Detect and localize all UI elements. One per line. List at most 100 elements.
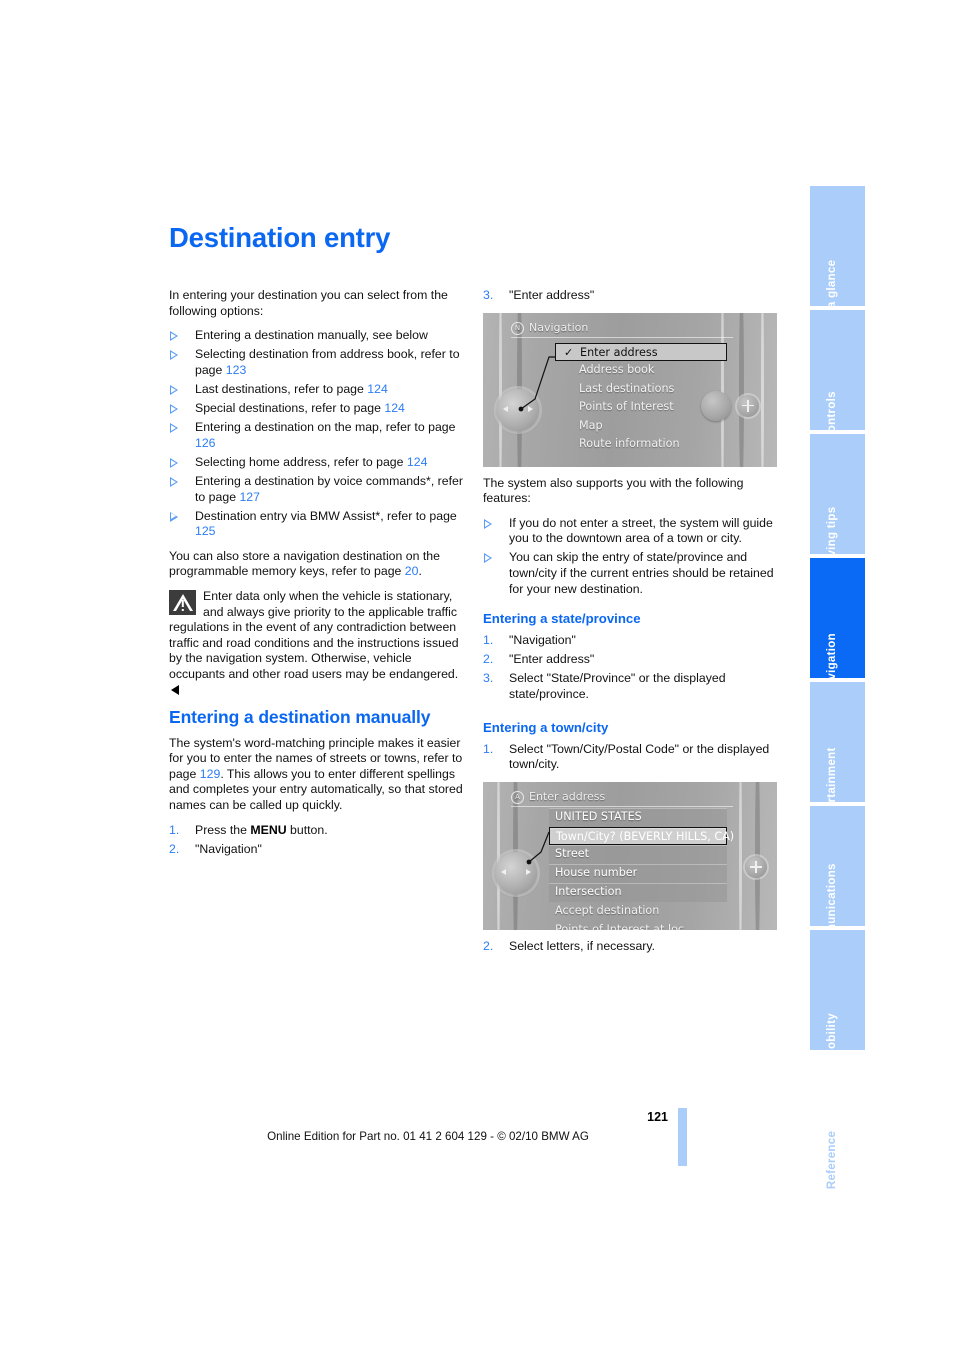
step-number: 3. bbox=[483, 671, 494, 686]
menu-item-intersection[interactable]: Intersection bbox=[549, 883, 727, 902]
step-number: 3. bbox=[483, 288, 494, 302]
menu-item-street[interactable]: Street bbox=[549, 845, 727, 865]
sidebar-tab-controls[interactable]: Controls bbox=[810, 310, 865, 441]
section-heading-town-city: Entering a town/city bbox=[483, 719, 609, 735]
screen-title-bar: A Enter address bbox=[511, 790, 733, 807]
option-text: Destination entry via BMW Assist*, refer… bbox=[195, 508, 457, 523]
enter-address-step: 3. "Enter address" bbox=[483, 288, 777, 304]
list-item: Special destinations, refer to page 124 bbox=[169, 401, 463, 417]
triangle-bullet-icon bbox=[170, 331, 178, 342]
menu-item-accept-destination[interactable]: Accept destination bbox=[549, 902, 727, 921]
page-reference[interactable]: 127 bbox=[239, 490, 260, 504]
sidebar-tab-at-a-glance[interactable]: At a glance bbox=[810, 186, 865, 324]
list-item: 2. "Navigation" bbox=[169, 842, 463, 858]
state-province-steps: 1. "Navigation" 2. "Enter address" 3. Se… bbox=[483, 633, 777, 702]
page-reference[interactable]: 20 bbox=[405, 564, 419, 578]
menu-item-map[interactable]: Map bbox=[559, 417, 727, 436]
screen-menu-list: ✓ Enter address Address book Last destin… bbox=[555, 342, 727, 454]
warning-triangle-icon bbox=[169, 590, 196, 615]
menu-item-last-destinations[interactable]: Last destinations bbox=[559, 380, 727, 399]
step-text: "Enter address" bbox=[509, 288, 595, 302]
sidebar-tab-navigation[interactable]: Navigation bbox=[810, 558, 865, 695]
list-item: 2. "Enter address" bbox=[483, 652, 777, 668]
menu-item-house-number[interactable]: House number bbox=[549, 864, 727, 883]
plus-button-icon bbox=[737, 394, 759, 417]
step-number: 2. bbox=[483, 652, 494, 667]
right-column: 3. "Enter address" N Navigation ✓ Enter … bbox=[483, 288, 777, 963]
page-reference[interactable]: 126 bbox=[195, 436, 216, 450]
list-item: 1. Select "Town/City/Postal Code" or the… bbox=[483, 742, 777, 773]
menu-item-label: Points of Interest at loc. bbox=[555, 922, 688, 930]
step-text: Press the MENU button. bbox=[195, 822, 328, 837]
list-item: 3. "Enter address" bbox=[483, 288, 777, 304]
list-item: Selecting home address, refer to page 12… bbox=[169, 455, 463, 471]
sidebar-tab-mobility[interactable]: Mobility bbox=[810, 930, 865, 1059]
triangle-bullet-icon bbox=[170, 384, 178, 395]
memory-keys-text: You can also store a navigation destinat… bbox=[169, 548, 440, 579]
step-text: "Navigation" bbox=[509, 633, 576, 648]
menu-item-label: Town/City? (BEVERLY HILLS, CA) bbox=[556, 829, 735, 843]
menu-item-label: Street bbox=[555, 847, 589, 861]
page-reference[interactable]: 125 bbox=[195, 524, 216, 538]
end-of-note-marker-icon bbox=[171, 684, 179, 695]
menu-item-label: Map bbox=[579, 418, 603, 432]
menu-item-country[interactable]: UNITED STATES bbox=[549, 807, 727, 827]
menu-item-label: Intersection bbox=[555, 885, 622, 898]
triangle-bullet-icon bbox=[170, 423, 178, 434]
screen-title: Navigation bbox=[529, 320, 589, 334]
page-reference[interactable]: 123 bbox=[226, 363, 247, 377]
menu-item-label: Points of Interest bbox=[579, 400, 674, 414]
plus-button-icon bbox=[745, 855, 767, 878]
footer: Online Edition for Part no. 01 41 2 604 … bbox=[0, 1130, 954, 1143]
sidebar-tab-reference[interactable]: Reference bbox=[810, 1054, 865, 1189]
page-reference[interactable]: 124 bbox=[384, 401, 405, 415]
triangle-bullet-icon bbox=[170, 476, 178, 487]
page-reference[interactable]: 124 bbox=[407, 455, 428, 469]
destination-options-list: Entering a destination manually, see bel… bbox=[169, 328, 463, 540]
option-text: Last destinations, refer to page bbox=[195, 381, 368, 396]
town-city-step-2: 2. Select letters, if necessary. bbox=[483, 939, 777, 955]
menu-item-label: Address book bbox=[579, 363, 655, 377]
triangle-bullet-icon bbox=[170, 457, 178, 468]
checkmark-icon: ✓ bbox=[564, 345, 574, 359]
menu-item-enter-address[interactable]: ✓ Enter address bbox=[555, 342, 727, 362]
sidebar-tab-entertainment[interactable]: Entertainment bbox=[810, 682, 865, 829]
menu-button-label: MENU bbox=[250, 822, 287, 837]
menu-item-address-book[interactable]: Address book bbox=[559, 361, 727, 380]
triangle-bullet-icon bbox=[170, 511, 178, 522]
list-item: 1. "Navigation" bbox=[483, 633, 777, 649]
page-number: 121 bbox=[647, 1110, 668, 1124]
document-page: Destination entry In entering your desti… bbox=[0, 0, 954, 1350]
list-item: Entering a destination by voice commands… bbox=[169, 474, 463, 505]
menu-item-label: Last destinations bbox=[579, 381, 675, 395]
option-text: Entering a destination manually, see bel… bbox=[195, 328, 428, 343]
sidebar-tab-label: Mobility bbox=[825, 1013, 838, 1059]
menu-item-label: House number bbox=[555, 866, 638, 880]
menu-item-points-of-interest[interactable]: Points of Interest bbox=[559, 398, 727, 417]
page-reference[interactable]: 124 bbox=[367, 382, 388, 396]
screen-title-bar: N Navigation bbox=[511, 321, 733, 338]
sidebar-tab-driving-tips[interactable]: Driving tips bbox=[810, 434, 865, 573]
step-text: Select "Town/City/Postal Code" or the di… bbox=[509, 741, 770, 772]
manual-entry-steps: 1. Press the MENU button. 2. "Navigation… bbox=[169, 823, 463, 858]
warning-note: Enter data only when the vehicle is stat… bbox=[169, 589, 463, 698]
menu-item-points-of-interest-at-loc[interactable]: Points of Interest at loc. bbox=[549, 921, 727, 930]
manual-entry-paragraph: The system's word-matching principle mak… bbox=[169, 736, 463, 814]
idrive-controller-icon bbox=[495, 851, 537, 894]
list-item: You can skip the entry of state/province… bbox=[483, 550, 777, 597]
option-text: Selecting home address, refer to page bbox=[195, 454, 407, 469]
triangle-bullet-icon bbox=[484, 518, 492, 529]
menu-item-label: UNITED STATES bbox=[555, 809, 642, 823]
menu-item-label: Accept destination bbox=[555, 903, 660, 917]
option-text: Entering a destination on the map, refer… bbox=[195, 420, 456, 435]
list-item: 1. Press the MENU button. bbox=[169, 823, 463, 839]
idrive-enter-address-screenshot: A Enter address UNITED STATES Town/City? … bbox=[483, 781, 777, 930]
chapter-tab-sidebar: At a glance Controls Driving tips Naviga… bbox=[810, 186, 865, 1189]
menu-item-town-city[interactable]: Town/City? (BEVERLY HILLS, CA) bbox=[549, 826, 734, 846]
page-reference[interactable]: 129 bbox=[200, 767, 221, 781]
sidebar-tab-communications[interactable]: Communications bbox=[810, 806, 865, 961]
triangle-bullet-icon bbox=[170, 404, 178, 415]
step-number: 2. bbox=[169, 841, 180, 856]
menu-item-route-information[interactable]: Route information bbox=[559, 435, 727, 454]
warning-text: Enter data only when the vehicle is stat… bbox=[169, 589, 463, 698]
